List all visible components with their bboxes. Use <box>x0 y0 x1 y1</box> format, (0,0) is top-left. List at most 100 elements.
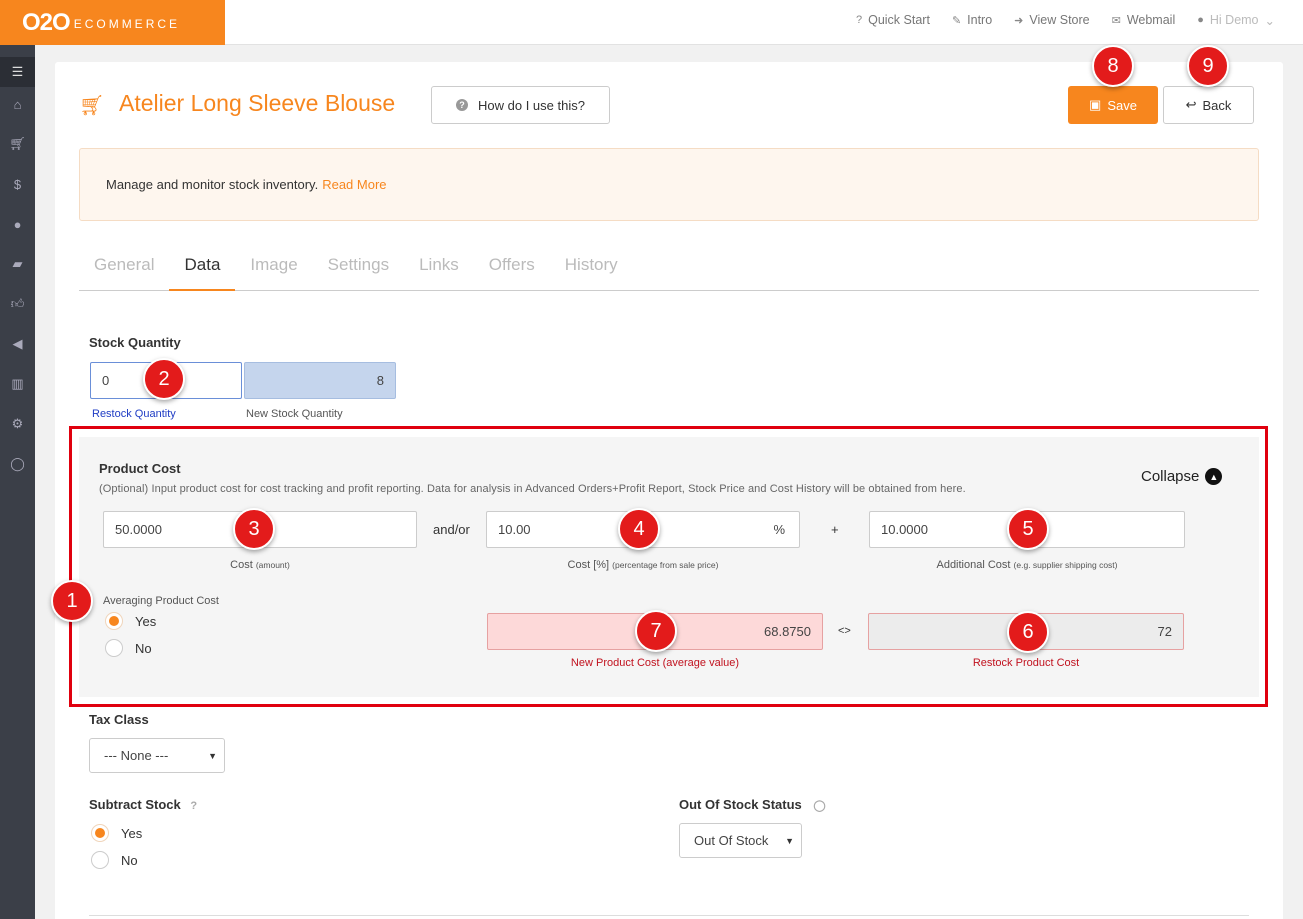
new-stock-quantity-field: 8 <box>244 362 396 399</box>
user-menu[interactable]: ● Hi Demo ⌄ <box>1197 13 1275 28</box>
bar-chart-icon[interactable]: ▥ <box>0 369 35 399</box>
intro-link[interactable]: ✎ Intro <box>952 13 992 27</box>
cart-icon[interactable]: 🛒︎ <box>0 129 35 159</box>
read-more-link[interactable]: Read More <box>322 177 386 192</box>
cost-caption: Cost (amount) <box>103 559 417 571</box>
additional-caption-main: Additional Cost <box>936 559 1011 571</box>
averaging-no-radio[interactable]: No <box>105 639 152 657</box>
chevron-up-icon: ▲ <box>1205 468 1223 485</box>
reply-icon: ↩ <box>1185 97 1197 112</box>
additional-caption-sub: (e.g. supplier shipping cost) <box>1013 560 1118 570</box>
step-badge-6: 6 <box>1007 611 1049 653</box>
sign-in-icon: ➜ <box>1014 14 1024 27</box>
gears-icon[interactable]: ⚙ <box>0 409 35 439</box>
averaging-label: Averaging Product Cost <box>103 595 219 607</box>
out-of-stock-select[interactable]: Out Of Stock ▼ <box>679 823 802 858</box>
tax-class-select[interactable]: --- None --- ▼ <box>89 738 225 773</box>
book-icon[interactable]: ▰ <box>0 249 35 279</box>
tab-history[interactable]: History <box>550 245 633 291</box>
menu-icon[interactable]: ☰ <box>0 57 35 87</box>
averaging-yes-label: Yes <box>135 613 157 629</box>
quick-start-label: Quick Start <box>868 13 930 27</box>
bullhorn-icon[interactable]: ◀ <box>0 329 35 359</box>
save-button[interactable]: ▣ Save <box>1068 86 1158 124</box>
tab-bar: General Data Image Settings Links Offers… <box>79 245 1259 291</box>
step-badge-3: 3 <box>233 508 275 550</box>
thumbs-up-icon[interactable]: 👍︎ <box>0 289 35 319</box>
radio-dot <box>91 824 109 842</box>
tax-class-value: --- None --- <box>104 748 169 763</box>
stock-quantity-label: Stock Quantity <box>89 335 181 350</box>
tab-offers[interactable]: Offers <box>474 245 550 291</box>
restock-product-cost-caption: Restock Product Cost <box>972 657 1080 669</box>
quick-start-link[interactable]: ? Quick Start <box>856 13 930 27</box>
caret-down-icon: ▼ <box>785 835 794 846</box>
averaging-yes-radio[interactable]: Yes <box>105 612 156 630</box>
user-icon[interactable]: ● <box>0 209 35 239</box>
tab-data[interactable]: Data <box>169 245 236 291</box>
subtract-stock-text: Subtract Stock <box>89 797 181 812</box>
out-of-stock-value: Out Of Stock <box>694 833 769 848</box>
product-cost-description: (Optional) Input product cost for cost t… <box>99 483 966 495</box>
home-icon[interactable]: ⌂ <box>0 89 35 119</box>
step-badge-5: 5 <box>1007 508 1049 550</box>
out-of-stock-text: Out Of Stock Status <box>679 797 802 812</box>
tax-class-label: Tax Class <box>89 712 149 727</box>
user-icon: ● <box>1197 14 1204 26</box>
radio-dot <box>91 851 109 869</box>
percent-caption-main: Cost [%] <box>567 559 610 571</box>
radio-dot <box>105 612 123 630</box>
new-stock-quantity-caption: New Stock Quantity <box>246 408 343 420</box>
user-label: Hi Demo <box>1209 13 1259 27</box>
tab-links[interactable]: Links <box>404 245 474 291</box>
comment-icon[interactable]: ◯ <box>813 800 825 812</box>
percent-caption: Cost [%] (percentage from sale price) <box>486 559 800 571</box>
step-badge-8: 8 <box>1092 45 1134 87</box>
webmail-link[interactable]: ✉ Webmail <box>1112 13 1176 27</box>
dollar-icon[interactable]: $ <box>0 169 35 199</box>
caret-down-icon: ▼ <box>208 750 217 761</box>
view-store-label: View Store <box>1029 13 1090 27</box>
step-badge-7: 7 <box>635 610 677 652</box>
collapse-toggle[interactable]: Collapse ▲ <box>1141 468 1223 485</box>
top-bar: O2O ECOMMERCE ? Quick Start ✎ Intro ➜ View … <box>0 0 1303 45</box>
info-alert: Manage and monitor stock inventory. Read… <box>79 148 1259 221</box>
help-label: How do I use this? <box>478 97 585 113</box>
floppy-disk-icon: ▣ <box>1089 97 1102 112</box>
chevron-down-icon: ⌄ <box>1264 13 1275 28</box>
step-badge-9: 9 <box>1187 45 1229 87</box>
question-circle-icon: ? <box>456 99 469 111</box>
subtract-yes-radio[interactable]: Yes <box>91 824 142 842</box>
question-icon: ? <box>855 14 863 26</box>
plus-text: + <box>831 522 839 537</box>
info-text: Manage and monitor stock inventory. <box>106 177 319 192</box>
out-of-stock-label: Out Of Stock Status ◯ <box>679 797 826 812</box>
back-button[interactable]: ↩ Back <box>1163 86 1254 124</box>
percent-caption-sub: (percentage from sale price) <box>612 560 719 570</box>
question-circle-icon[interactable]: ? <box>190 800 197 812</box>
brand-main: O2O <box>22 8 71 36</box>
new-product-cost-caption: New Product Cost (average value) <box>570 657 740 669</box>
cost-percent-value: 10.00 <box>498 522 531 537</box>
subtract-no-label: No <box>121 852 138 868</box>
brand-logo[interactable]: O2O ECOMMERCE <box>0 0 225 45</box>
magic-wand-icon: ✎ <box>951 14 962 27</box>
brand-sub: ECOMMERCE <box>73 17 181 31</box>
page-title: Atelier Long Sleeve Blouse <box>119 90 396 116</box>
radio-dot <box>105 639 123 657</box>
subtract-stock-label: Subtract Stock ? <box>89 797 197 812</box>
divider <box>89 915 1249 916</box>
tab-general[interactable]: General <box>79 245 169 291</box>
help-button[interactable]: ? How do I use this? <box>431 86 610 124</box>
view-store-link[interactable]: ➜ View Store <box>1014 13 1089 27</box>
collapse-label: Collapse <box>1141 468 1200 485</box>
intro-label: Intro <box>967 13 993 27</box>
comment-icon[interactable]: ◯ <box>0 449 35 479</box>
step-badge-4: 4 <box>618 508 660 550</box>
step-badge-1: 1 <box>51 580 93 622</box>
back-label: Back <box>1202 97 1232 113</box>
subtract-no-radio[interactable]: No <box>91 851 138 869</box>
subtract-yes-label: Yes <box>121 825 143 841</box>
tab-image[interactable]: Image <box>235 245 312 291</box>
tab-settings[interactable]: Settings <box>313 245 404 291</box>
